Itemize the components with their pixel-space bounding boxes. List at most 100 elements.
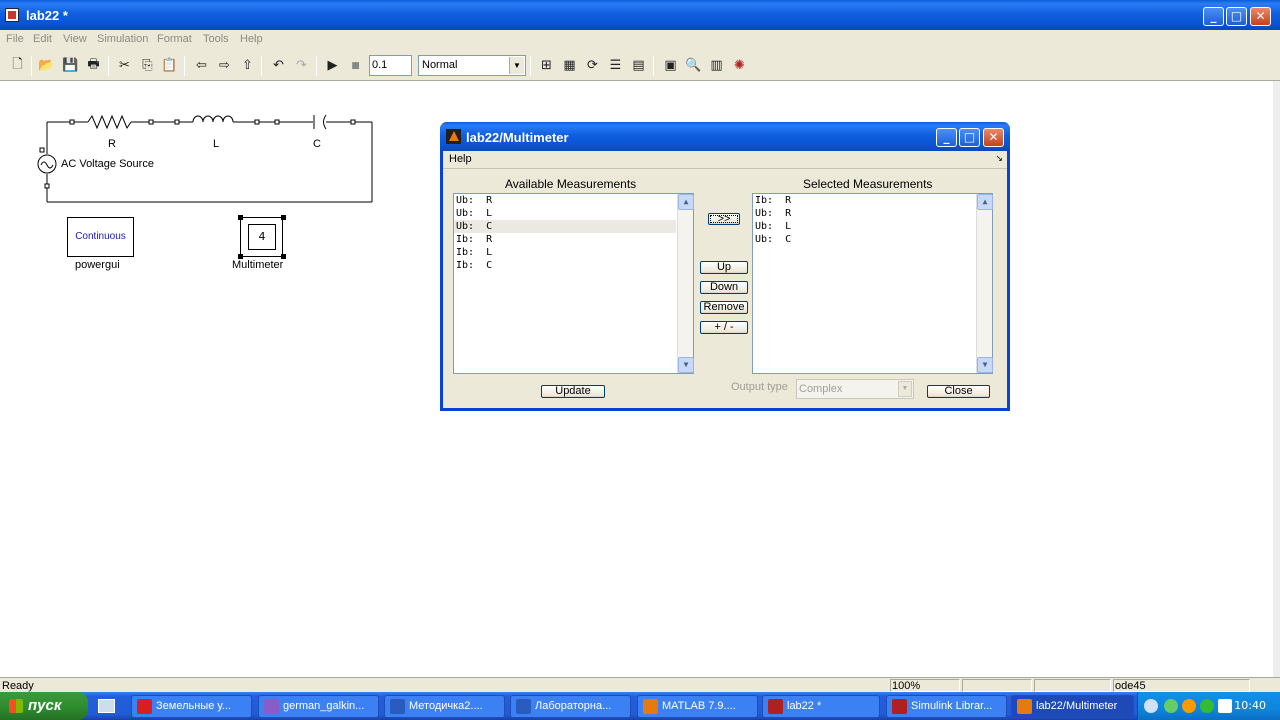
new-model-icon[interactable]: 🗋	[9, 57, 26, 74]
scroll-down-icon[interactable]: ▼	[977, 357, 993, 373]
taskbar-item[interactable]: lab22 *	[762, 695, 880, 718]
status-bar: Ready 100% ode45	[0, 677, 1280, 692]
status-cell	[1034, 679, 1111, 692]
menu-format[interactable]: Format	[157, 33, 192, 45]
menu-help[interactable]: Help	[240, 33, 263, 45]
update-button[interactable]: Update	[541, 385, 605, 398]
debugger-icon[interactable]: ✺	[731, 57, 748, 74]
powergui-block[interactable]: Continuous	[67, 217, 134, 257]
cut-icon[interactable]: ✂	[116, 57, 133, 74]
selection-handle[interactable]	[281, 215, 286, 220]
multimeter-count: 4	[248, 224, 276, 250]
menu-tools[interactable]: Tools	[203, 33, 229, 45]
stack-icon[interactable]: ☰	[607, 57, 624, 74]
taskbar-item[interactable]: Simulink Librar...	[886, 695, 1007, 718]
list-item[interactable]: Ub: C	[454, 220, 676, 233]
taskbar-item[interactable]: MATLAB 7.9....	[637, 695, 758, 718]
save-icon[interactable]: 💾	[62, 57, 79, 74]
property-inspector-icon[interactable]: ▥	[708, 57, 725, 74]
paste-icon[interactable]: 📋	[161, 57, 178, 74]
close-button[interactable]: ✕	[1250, 7, 1271, 26]
list-item[interactable]: Ib: R	[753, 194, 992, 207]
simulation-mode-select[interactable]: Normal ▼	[418, 55, 526, 76]
output-type-select[interactable]: Complex ▼	[796, 379, 914, 399]
status-zoom: 100%	[892, 680, 921, 692]
model-explorer-icon[interactable]: 🔍	[685, 57, 702, 74]
sign-button[interactable]: + / -	[700, 321, 748, 334]
print-icon[interactable]: 🖶	[85, 57, 102, 74]
powergui-label: powergui	[75, 259, 120, 271]
list-item[interactable]: Ub: R	[753, 207, 992, 220]
clock: 10:40	[1234, 699, 1266, 712]
down-button[interactable]: Down	[700, 281, 748, 294]
taskbar-item[interactable]: Методичка2....	[384, 695, 505, 718]
list-item[interactable]: Ib: L	[454, 246, 693, 259]
scroll-down-icon[interactable]: ▼	[678, 357, 694, 373]
dialog-menu-bar: Help ↘	[443, 151, 1007, 169]
update-diagram-icon[interactable]: ▦	[561, 57, 578, 74]
available-list[interactable]: Ub: R Ub: L Ub: C Ib: R Ib: L Ib: C ▲ ▼	[453, 193, 694, 374]
list-item[interactable]: Ub: C	[753, 233, 992, 246]
menu-file[interactable]: File	[6, 33, 24, 45]
close-dialog-button[interactable]: Close	[927, 385, 990, 398]
canvas-scrollbar[interactable]	[1273, 81, 1280, 677]
forward-icon[interactable]: ⇨	[216, 57, 233, 74]
selection-handle[interactable]	[238, 215, 243, 220]
library-browser-icon[interactable]: ▣	[662, 57, 679, 74]
stop-simulation-icon[interactable]: ■	[347, 57, 364, 74]
undo-icon[interactable]: ↶	[270, 57, 287, 74]
dialog-minimize-button[interactable]: _	[936, 128, 957, 147]
menu-view[interactable]: View	[63, 33, 87, 45]
language-flag-icon[interactable]	[1218, 699, 1232, 713]
available-scrollbar[interactable]: ▲ ▼	[677, 194, 694, 373]
start-simulation-icon[interactable]: ▶	[324, 57, 341, 74]
status-cell	[962, 679, 1032, 692]
list-item[interactable]: Ub: L	[753, 220, 992, 233]
stop-time-input[interactable]: 0.1	[369, 55, 412, 76]
taskbar-item[interactable]: lab22/Multimeter	[1011, 695, 1134, 718]
dialog-menu-help[interactable]: Help	[449, 153, 472, 165]
multimeter-dialog: lab22/Multimeter _ □ ✕ Help ↘ Available …	[440, 122, 1010, 411]
selected-scrollbar[interactable]: ▲ ▼	[976, 194, 993, 373]
remove-button[interactable]: Remove	[700, 301, 748, 314]
tray-arrow-icon[interactable]	[1144, 699, 1158, 713]
taskbar-item[interactable]: Земельные у...	[131, 695, 252, 718]
selected-title: Selected Measurements	[803, 177, 933, 191]
chevron-down-icon[interactable]: ▼	[898, 381, 912, 397]
scroll-up-icon[interactable]: ▲	[977, 194, 993, 210]
grid-icon[interactable]: ▤	[630, 57, 647, 74]
back-icon[interactable]: ⇦	[193, 57, 210, 74]
start-button[interactable]: пуск	[0, 692, 88, 720]
chevron-down-icon[interactable]: ▼	[509, 57, 524, 74]
add-button[interactable]: >>	[708, 213, 740, 225]
list-item[interactable]: Ib: C	[454, 259, 693, 272]
dialog-maximize-button[interactable]: □	[959, 128, 980, 147]
redo-icon[interactable]: ↷	[293, 57, 310, 74]
dialog-close-icon[interactable]: ✕	[983, 128, 1004, 147]
up-level-icon[interactable]: ⇧	[239, 57, 256, 74]
selected-list[interactable]: Ib: R Ub: R Ub: L Ub: C ▲ ▼	[752, 193, 993, 374]
dock-arrow-icon[interactable]: ↘	[995, 154, 1003, 164]
show-desktop-icon[interactable]	[98, 699, 115, 713]
ac-source-label: AC Voltage Source	[61, 158, 154, 170]
toolbar-separator	[108, 56, 109, 76]
list-item[interactable]: Ub: L	[454, 207, 693, 220]
tray-app-icon[interactable]	[1182, 699, 1196, 713]
list-item[interactable]: Ub: R	[454, 194, 693, 207]
menu-simulation[interactable]: Simulation	[97, 33, 148, 45]
open-icon[interactable]: 📂	[38, 57, 55, 74]
scroll-up-icon[interactable]: ▲	[678, 194, 694, 210]
network-icon[interactable]	[1164, 699, 1178, 713]
taskbar-item[interactable]: Лабораторна...	[510, 695, 631, 718]
up-button[interactable]: Up	[700, 261, 748, 274]
minimize-button[interactable]: _	[1203, 7, 1224, 26]
menu-edit[interactable]: Edit	[33, 33, 52, 45]
maximize-button[interactable]: □	[1226, 7, 1247, 26]
multimeter-block[interactable]: 4	[240, 217, 283, 257]
tray-app-icon[interactable]	[1200, 699, 1214, 713]
copy-icon[interactable]: ⎘	[139, 57, 156, 74]
taskbar-item[interactable]: german_galkin...	[258, 695, 379, 718]
list-item[interactable]: Ib: R	[454, 233, 693, 246]
refresh-icon[interactable]: ⟳	[584, 57, 601, 74]
build-icon[interactable]: ⊞	[538, 57, 555, 74]
